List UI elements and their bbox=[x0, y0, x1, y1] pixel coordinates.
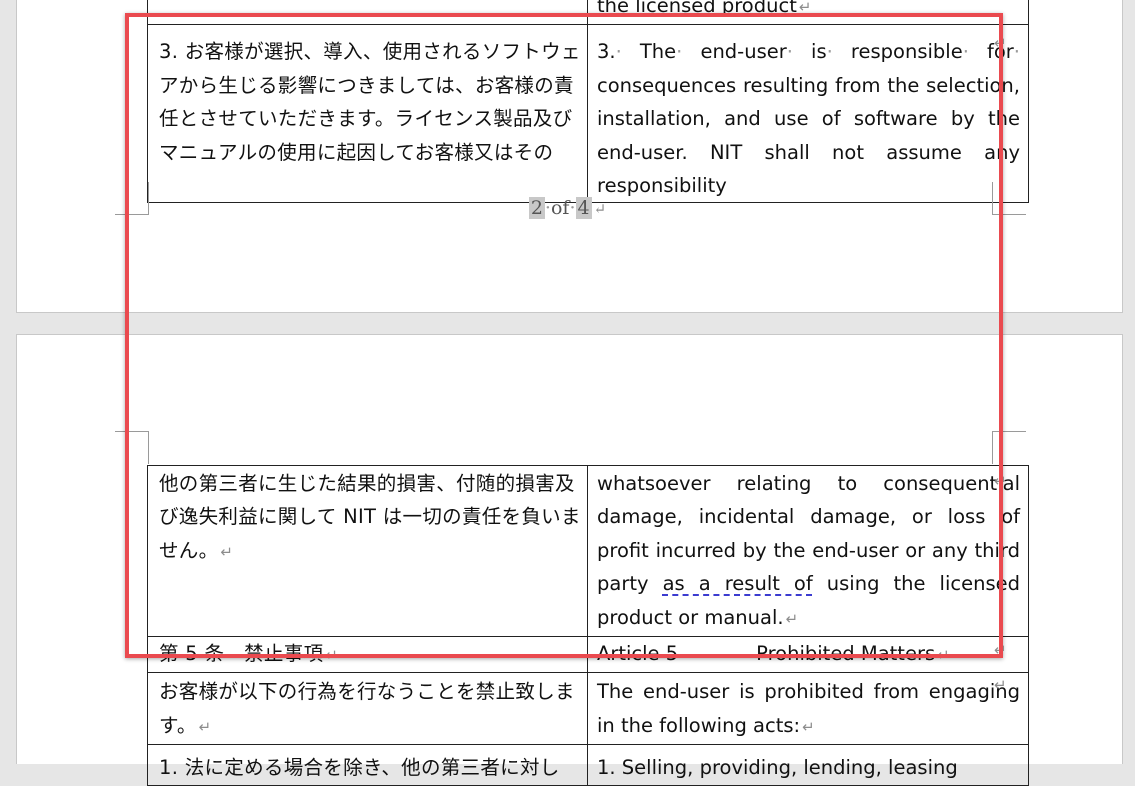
table-cell-en[interactable]: 3.· The· end-user· is· responsible· for·… bbox=[587, 24, 1029, 204]
cell-text: the licensed product bbox=[597, 0, 797, 17]
table-cell-jp[interactable]: 1. 法に定める場合を除き、他の第三者に対し bbox=[147, 744, 588, 786]
cell-text: お客様が以下の行為を行なうことを禁止致します。 bbox=[159, 680, 575, 737]
table-cell-en[interactable]: The end-user is prohibited from engaging… bbox=[587, 672, 1029, 746]
end-of-row-mark-icon: ↵ bbox=[994, 676, 1007, 694]
table-cell-jp[interactable]: 第 5 条 禁止事項 ↵ bbox=[147, 636, 588, 674]
end-of-row-mark-icon: ↵ bbox=[994, 34, 1007, 52]
page-number-of: of bbox=[550, 197, 570, 219]
table-row: 他の第三者に生じた結果的損害、付随的損害及び逸失利益に関して NIT は一切の責… bbox=[147, 464, 1029, 638]
paragraph-mark-icon: ↵ bbox=[593, 200, 607, 218]
paragraph-mark-icon: ↵ bbox=[802, 717, 815, 736]
table-cell-jp[interactable]: 3. お客様が選択、導入、使用されるソフトウェアから生じる影響につきましては、お… bbox=[147, 24, 588, 204]
page-total-field: 4 bbox=[575, 197, 592, 219]
cell-text: consequences resulting from the selectio… bbox=[597, 73, 1020, 198]
bilingual-table-page-2: the licensed product ↵ 3. お客様が選択、導入、使用される… bbox=[147, 0, 1029, 204]
page-number-footer[interactable]: 2 ·of· 4 ↵ bbox=[0, 197, 1135, 219]
article-heading-jp: 第 5 条 禁止事項 bbox=[159, 642, 324, 666]
table-cell-en[interactable]: Article 5 Prohibited Matters ↵ bbox=[587, 636, 1029, 674]
table-cell-jp[interactable] bbox=[147, 0, 588, 26]
cell-text: 1. Selling, providing, lending, leasing bbox=[597, 756, 958, 780]
table-cell-en[interactable]: whatsoever relating to consequential dam… bbox=[587, 464, 1029, 638]
table-cell-en[interactable]: 1. Selling, providing, lending, leasing bbox=[587, 744, 1029, 786]
article-heading-en: Article 5 Prohibited Matters bbox=[597, 642, 936, 666]
cell-text: 1. 法に定める場合を除き、他の第三者に対し bbox=[159, 756, 560, 780]
paragraph-mark-icon: ↵ bbox=[325, 646, 339, 665]
bilingual-table-page-3: 他の第三者に生じた結果的損害、付随的損害及び逸失利益に関して NIT は一切の責… bbox=[147, 464, 1029, 786]
table-cell-en[interactable]: the licensed product ↵ bbox=[587, 0, 1029, 26]
paragraph-mark-icon: ↵ bbox=[785, 609, 799, 628]
table-row: お客様が以下の行為を行なうことを禁止致します。 ↵ The end-user is… bbox=[147, 672, 1029, 746]
margin-corner-mark bbox=[992, 431, 1026, 464]
margin-corner-mark bbox=[115, 431, 149, 464]
cell-text: whatsoever relating to consequential bbox=[597, 472, 1020, 495]
paragraph-mark-icon: ↵ bbox=[220, 542, 234, 561]
paragraph-mark-icon: ↵ bbox=[937, 646, 950, 665]
paragraph-mark-icon: ↵ bbox=[198, 717, 212, 736]
table-row: the licensed product ↵ bbox=[147, 0, 1029, 26]
table-cell-jp[interactable]: お客様が以下の行為を行なうことを禁止致します。 ↵ bbox=[147, 672, 588, 746]
page-number-field: 2 bbox=[528, 197, 545, 219]
table-row: 3. お客様が選択、導入、使用されるソフトウェアから生じる影響につきましては、お… bbox=[147, 24, 1029, 204]
end-of-row-mark-icon: ↵ bbox=[994, 472, 1007, 490]
table-row: 第 5 条 禁止事項 ↵ Article 5 Prohibited Matters… bbox=[147, 636, 1029, 674]
paragraph-mark-icon: ↵ bbox=[798, 0, 812, 16]
cell-text-line: 3.· The· end-user· is· responsible· for· bbox=[597, 40, 1020, 64]
cell-text-paragraph: damage, incidental damage, or loss of pr… bbox=[597, 505, 1020, 629]
cell-text: 3. お客様が選択、導入、使用されるソフトウェアから生じる影響につきましては、お… bbox=[159, 40, 581, 164]
grammar-suggestion-underline[interactable]: as a result of bbox=[663, 572, 813, 595]
table-row: 1. 法に定める場合を除き、他の第三者に対し 1. Selling, provi… bbox=[147, 744, 1029, 786]
table-cell-jp[interactable]: 他の第三者に生じた結果的損害、付随的損害及び逸失利益に関して NIT は一切の責… bbox=[147, 464, 588, 638]
end-of-row-mark-icon: ↵ bbox=[994, 641, 1007, 659]
